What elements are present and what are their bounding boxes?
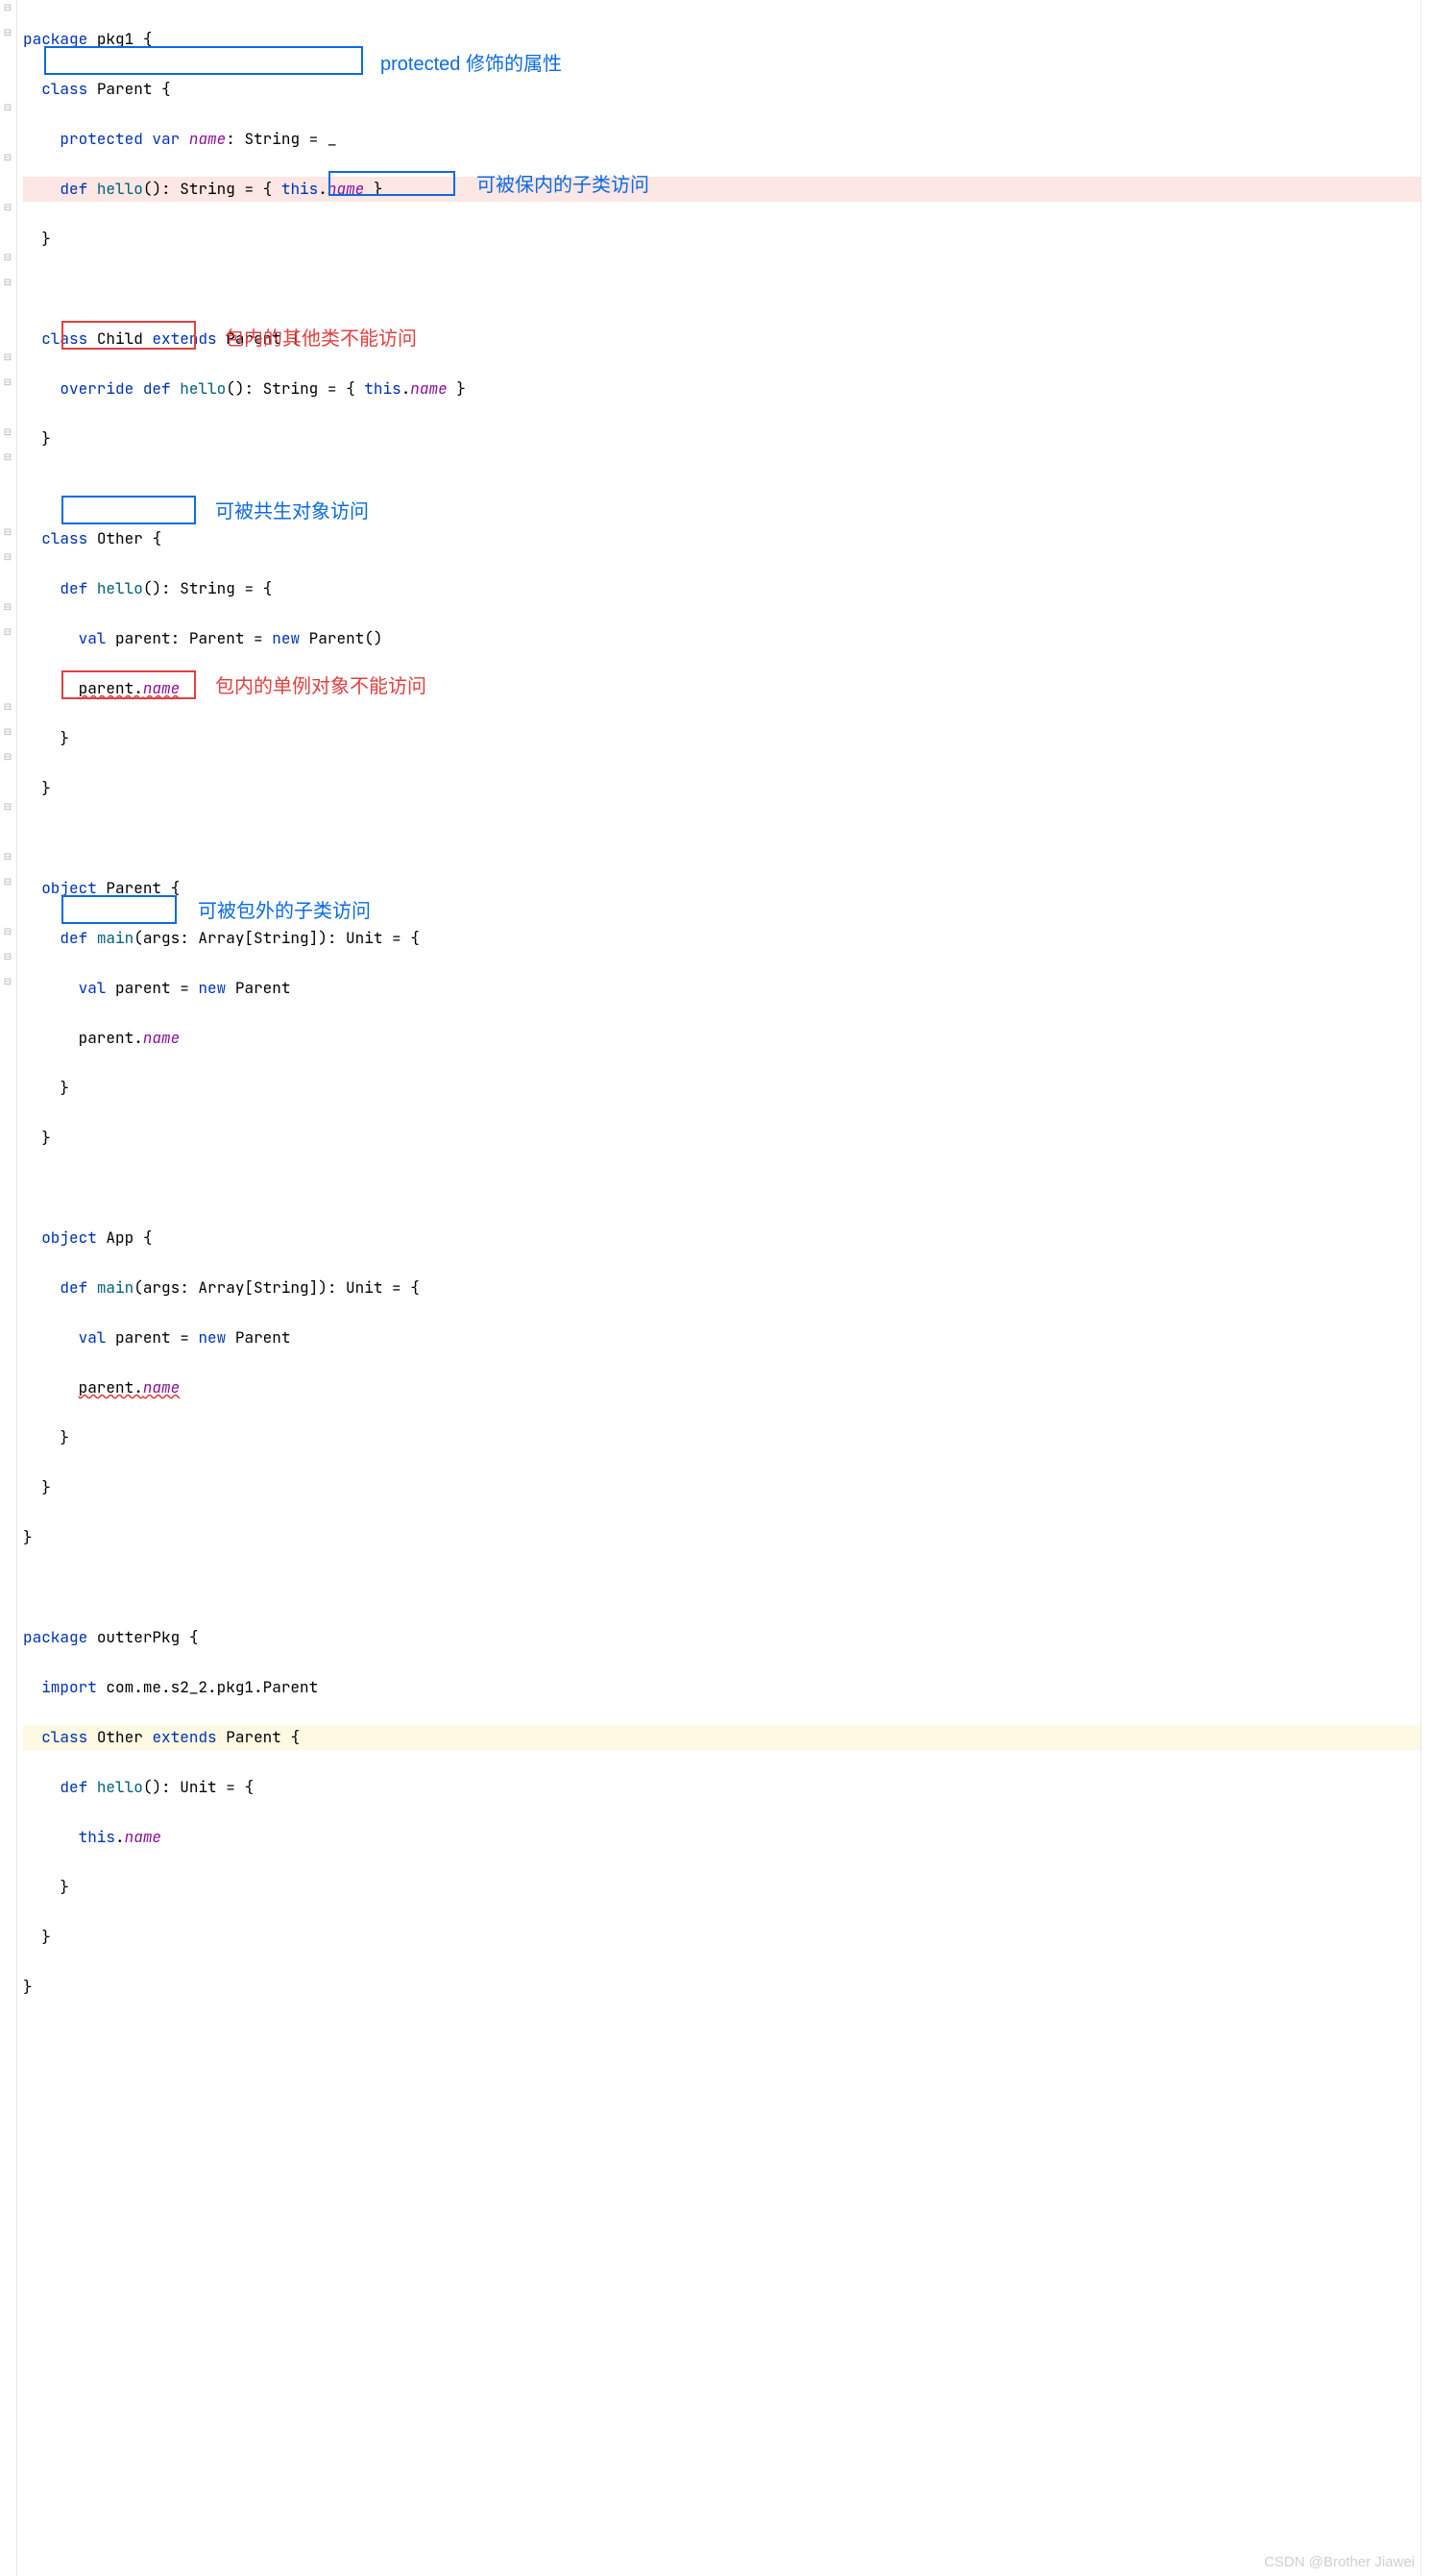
code-editor[interactable]: ⊟ ⊟ ⊟ ⊟ ⊟ ⊟ ⊟ ⊟ ⊟ ⊟ ⊟ ⊟ ⊟ ⊟ ⊟ ⊟ ⊟ ⊟ ⊟ ⊟ … (0, 0, 1432, 2576)
code-line: def hello(): String = { this.name } (23, 177, 1432, 202)
fold-icon[interactable]: ⊟ (3, 427, 12, 437)
code-line: } (23, 1425, 1432, 1450)
code-line: } (23, 1525, 1432, 1550)
fold-icon[interactable]: ⊟ (3, 253, 12, 262)
code-line: } (23, 1076, 1432, 1101)
scrollbar-strip[interactable] (1420, 0, 1432, 2576)
code-line (23, 1176, 1432, 1201)
code-line: parent.name (23, 1026, 1432, 1051)
code-line: } (23, 1975, 1432, 2000)
code-line (23, 476, 1432, 501)
fold-icon[interactable]: ⊟ (3, 802, 12, 812)
annotation: 包内的其他类不能访问 (225, 327, 417, 352)
fold-icon[interactable]: ⊟ (3, 527, 12, 537)
fold-icon[interactable]: ⊟ (3, 952, 12, 961)
fold-icon[interactable]: ⊟ (3, 727, 12, 737)
code-line: object App { (23, 1226, 1432, 1251)
code-line: package pkg1 { (23, 27, 1432, 52)
fold-icon[interactable]: ⊟ (3, 602, 12, 612)
code-line: } (23, 426, 1432, 451)
fold-icon[interactable]: ⊟ (3, 627, 12, 637)
fold-icon[interactable]: ⊟ (3, 377, 12, 387)
annotation: protected 修饰的属性 (380, 52, 562, 77)
code-line: } (23, 1126, 1432, 1151)
fold-icon[interactable]: ⊟ (3, 153, 12, 162)
fold-icon[interactable]: ⊟ (3, 3, 12, 12)
code-line: class Parent { (23, 77, 1432, 102)
code-line (23, 826, 1432, 851)
code-line: val parent = new Parent (23, 976, 1432, 1001)
code-line: object Parent { (23, 876, 1432, 901)
code-line: } (23, 1475, 1432, 1500)
code-line: this.name (23, 1825, 1432, 1850)
code-line: def main(args: Array[String]): Unit = { (23, 926, 1432, 951)
fold-icon[interactable]: ⊟ (3, 452, 12, 462)
fold-icon[interactable]: ⊟ (3, 877, 12, 887)
code-line: class Other extends Parent { (23, 1725, 1432, 1750)
annotation: 可被包外的子类访问 (198, 899, 371, 924)
code-line: } (23, 776, 1432, 801)
fold-icon[interactable]: ⊟ (3, 203, 12, 212)
fold-icon[interactable]: ⊟ (3, 278, 12, 287)
code-line: override def hello(): String = { this.na… (23, 377, 1432, 401)
gutter: ⊟ ⊟ ⊟ ⊟ ⊟ ⊟ ⊟ ⊟ ⊟ ⊟ ⊟ ⊟ ⊟ ⊟ ⊟ ⊟ ⊟ ⊟ ⊟ ⊟ … (0, 0, 17, 2576)
fold-icon[interactable]: ⊟ (3, 852, 12, 862)
code-line (23, 277, 1432, 302)
code-line: import com.me.s2_2.pkg1.Parent (23, 1675, 1432, 1700)
fold-icon[interactable]: ⊟ (3, 28, 12, 37)
watermark: CSDN @Brother Jiawei (1264, 2554, 1415, 2570)
annotation: 包内的单例对象不能访问 (215, 674, 426, 699)
code-line: def main(args: Array[String]): Unit = { (23, 1276, 1432, 1300)
code-line: def hello(): String = { (23, 576, 1432, 601)
code-line: } (23, 1925, 1432, 1950)
code-line: def hello(): Unit = { (23, 1775, 1432, 1800)
code-line: val parent: Parent = new Parent() (23, 626, 1432, 651)
code-line: parent.name (23, 1375, 1432, 1400)
code-line: package outterPkg { (23, 1625, 1432, 1650)
code-line: } (23, 227, 1432, 252)
code-line: val parent = new Parent (23, 1325, 1432, 1350)
fold-icon[interactable]: ⊟ (3, 752, 12, 762)
fold-icon[interactable]: ⊟ (3, 702, 12, 712)
code-line (23, 1575, 1432, 1600)
fold-icon[interactable]: ⊟ (3, 552, 12, 562)
fold-icon[interactable]: ⊟ (3, 977, 12, 986)
annotation: 可被保内的子类访问 (476, 173, 649, 198)
code-line: } (23, 726, 1432, 751)
code-line: class Other { (23, 526, 1432, 551)
annotation: 可被共生对象访问 (215, 499, 369, 524)
code-area[interactable]: package pkg1 { class Parent { protected … (17, 0, 1432, 2576)
code-line: protected var name: String = _ (23, 127, 1432, 152)
fold-icon[interactable]: ⊟ (3, 352, 12, 362)
code-line: } (23, 1875, 1432, 1900)
fold-icon[interactable]: ⊟ (3, 103, 12, 112)
fold-icon[interactable]: ⊟ (3, 927, 12, 936)
